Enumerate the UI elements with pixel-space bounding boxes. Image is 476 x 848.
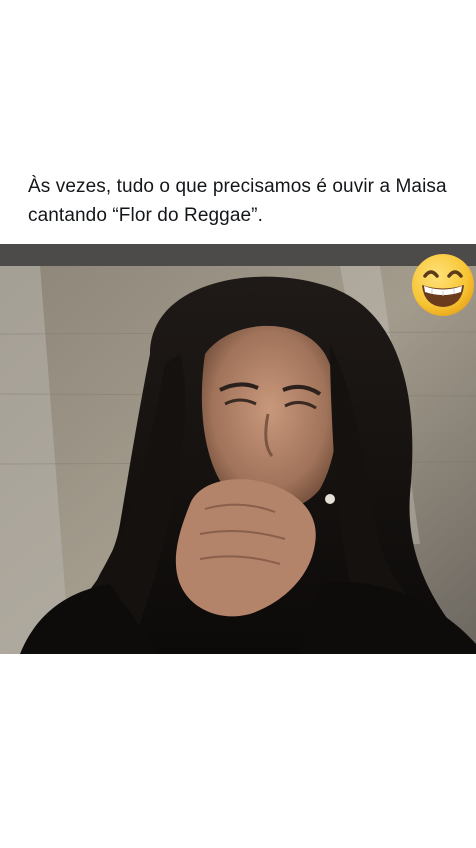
grinning-face-with-smiling-eyes-icon	[412, 254, 474, 316]
photo-illustration	[0, 244, 476, 654]
post-screen: Às vezes, tudo o que precisamos é ouvir …	[0, 0, 476, 848]
post-photo[interactable]	[0, 244, 476, 654]
post-caption: Às vezes, tudo o que precisamos é ouvir …	[28, 176, 447, 226]
